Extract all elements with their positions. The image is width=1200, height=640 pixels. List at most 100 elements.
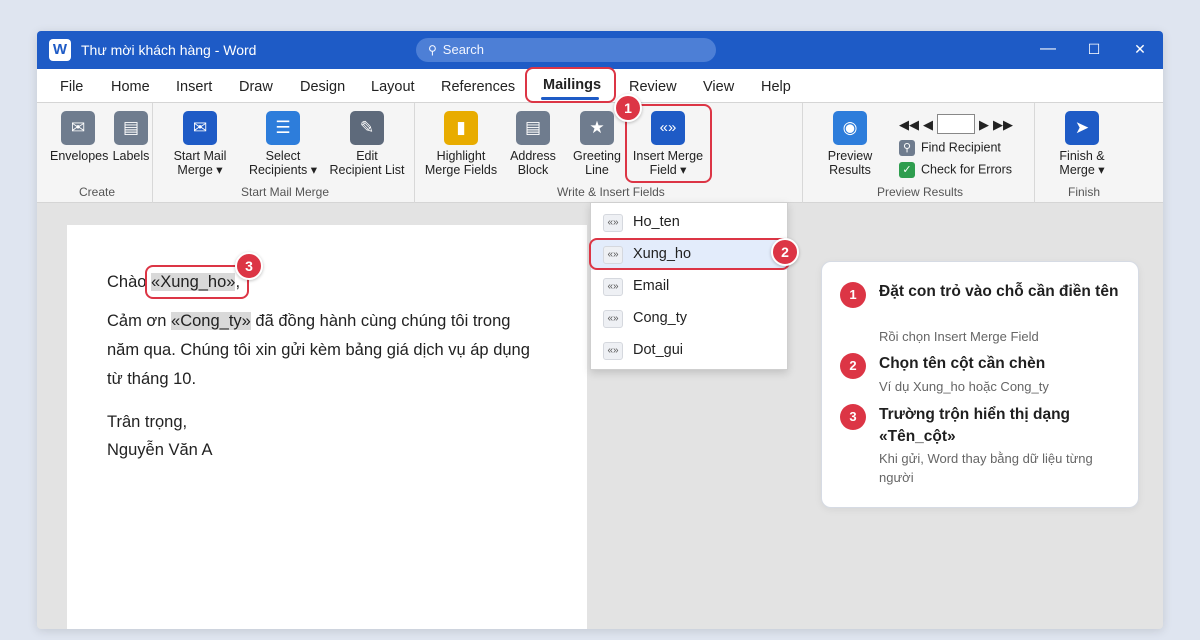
tab-layout[interactable]: Layout bbox=[371, 79, 415, 95]
body-rest: đã đồng hành cùng chúng tôi trong bbox=[250, 312, 511, 330]
group-preview-results-label: Preview Results bbox=[877, 185, 964, 199]
step-number-2: 2 bbox=[840, 353, 866, 379]
ribbon-separator bbox=[414, 103, 415, 203]
merge-field-cong-ty[interactable]: «Cong_ty» bbox=[171, 312, 251, 330]
tab-help[interactable]: Help bbox=[761, 79, 791, 95]
highlight-merge-fields-button[interactable]: ▮ Highlight Merge Fields bbox=[423, 111, 499, 177]
step-badge-3: 3 bbox=[235, 252, 263, 280]
greeting-line-button[interactable]: ★ Greeting Line bbox=[569, 111, 625, 177]
dropdown-item-email[interactable]: «» Email bbox=[591, 272, 787, 302]
body-line-3: từ tháng 10. bbox=[107, 370, 197, 388]
tab-insert[interactable]: Insert bbox=[176, 79, 212, 95]
body-prefix: Cảm ơn bbox=[107, 312, 172, 330]
ribbon: ✉ Envelopes ▤ Labels Create ✉ Start Mail… bbox=[37, 103, 1163, 203]
search-placeholder: Search bbox=[442, 42, 484, 57]
dropdown-item-cong-ty[interactable]: «» Cong_ty bbox=[591, 304, 787, 334]
finish-merge-label-2: Merge ▾ bbox=[1059, 163, 1105, 177]
merge-field-icon: «» bbox=[603, 342, 623, 360]
next-record-icon[interactable]: ▶ bbox=[979, 117, 989, 133]
last-record-icon[interactable]: ▶▶ bbox=[993, 117, 1013, 133]
record-number-input[interactable] bbox=[937, 114, 975, 134]
preview-results-label-2: Results bbox=[829, 163, 871, 177]
step-number-1: 1 bbox=[840, 282, 866, 308]
body-line-1: Cảm ơn «Cong_ty» đã đồng hành cùng chúng… bbox=[107, 312, 510, 331]
labels-label: Labels bbox=[112, 149, 150, 163]
check-for-errors-label: Check for Errors bbox=[921, 162, 1012, 177]
first-record-icon[interactable]: ◀◀ bbox=[899, 117, 919, 133]
group-create-label: Create bbox=[79, 185, 116, 199]
dropdown-item-label: Email bbox=[633, 278, 670, 294]
edit-list-icon: ✎ bbox=[350, 111, 384, 145]
group-start-mail-merge-label: Start Mail Merge bbox=[241, 185, 330, 199]
word-app-icon: W bbox=[49, 39, 71, 61]
ribbon-separator bbox=[802, 103, 803, 203]
instructions-panel: 1 Đặt con trỏ vào chỗ cần điền tên Rồi c… bbox=[821, 261, 1139, 508]
address-block-label-1: Address bbox=[510, 149, 556, 163]
select-recipients-label-1: Select bbox=[265, 149, 301, 163]
check-for-errors-button[interactable]: ✓ Check for Errors bbox=[899, 162, 1012, 178]
address-block-icon: ▤ bbox=[516, 111, 550, 145]
greeting-line-label-1: Greeting bbox=[573, 149, 621, 163]
tab-references[interactable]: References bbox=[441, 79, 515, 95]
mail-merge-icon: ✉ bbox=[183, 111, 217, 145]
merge-field-icon: «» bbox=[603, 310, 623, 328]
merge-field-icon: «» bbox=[603, 214, 623, 232]
search-icon: ⚲ bbox=[428, 43, 437, 57]
address-block-label-2: Block bbox=[517, 163, 549, 177]
closing-line: Trân trọng, bbox=[107, 413, 188, 431]
labels-icon: ▤ bbox=[114, 111, 148, 145]
ribbon-separator bbox=[152, 103, 153, 203]
step-sub-3: Khi gửi, Word thay bằng dữ liệu từng ngư… bbox=[879, 451, 1093, 485]
check-icon: ✓ bbox=[899, 162, 915, 178]
find-icon: ⚲ bbox=[899, 140, 915, 156]
dropdown-item-dot-gui[interactable]: «» Dot_gui bbox=[591, 336, 787, 366]
tab-file[interactable]: File bbox=[60, 79, 83, 95]
title-bar: W Thư mời khách hàng - Word ⚲ Search — ☐ … bbox=[37, 31, 1163, 69]
step-sub-1: Rồi chọn Insert Merge Field bbox=[879, 329, 1039, 344]
tab-home[interactable]: Home bbox=[111, 79, 150, 95]
minimize-button[interactable]: — bbox=[1036, 40, 1060, 58]
step-sub-2: Ví dụ Xung_ho hoặc Cong_ty bbox=[879, 379, 1049, 394]
tab-draw[interactable]: Draw bbox=[239, 79, 273, 95]
close-button[interactable]: ✕ bbox=[1128, 41, 1152, 58]
step-title-1: Đặt con trỏ vào chỗ cần điền tên bbox=[879, 283, 1119, 300]
window-title: Thư mời khách hàng - Word bbox=[81, 42, 257, 58]
edit-recipient-label-1: Edit bbox=[356, 149, 378, 163]
envelope-icon: ✉ bbox=[61, 111, 95, 145]
preview-results-button[interactable]: ◉ Preview Results bbox=[821, 111, 879, 177]
select-recipients-button[interactable]: ☰ Select Recipients ▾ bbox=[243, 111, 323, 177]
search-box[interactable]: ⚲ Search bbox=[416, 38, 716, 62]
start-mail-merge-button[interactable]: ✉ Start Mail Merge ▾ bbox=[165, 111, 235, 177]
step-badge-2: 2 bbox=[771, 238, 799, 266]
highlight-label-1: Highlight bbox=[436, 149, 486, 163]
find-recipient-label: Find Recipient bbox=[921, 140, 1001, 155]
step-badge-1: 1 bbox=[614, 94, 642, 122]
tab-design[interactable]: Design bbox=[300, 79, 345, 95]
dropdown-item-ho-ten[interactable]: «» Ho_ten bbox=[591, 208, 787, 238]
tab-view[interactable]: View bbox=[703, 79, 734, 95]
find-recipient-button[interactable]: ⚲ Find Recipient bbox=[899, 140, 1001, 156]
finish-merge-button[interactable]: ➤ Finish & Merge ▾ bbox=[1055, 111, 1109, 177]
group-finish-label: Finish bbox=[1068, 185, 1101, 199]
step-title-3: Trường trộn hiển thị dạng «Tên_cột» bbox=[879, 406, 1071, 445]
edit-recipient-list-button[interactable]: ✎ Edit Recipient List bbox=[325, 111, 409, 177]
dropdown-item-label: Cong_ty bbox=[633, 310, 688, 326]
merge-field-icon: «» bbox=[603, 278, 623, 296]
star-icon: ★ bbox=[580, 111, 614, 145]
tab-review[interactable]: Review bbox=[629, 79, 677, 95]
maximize-button[interactable]: ☐ bbox=[1082, 41, 1106, 58]
previous-record-icon[interactable]: ◀ bbox=[923, 117, 933, 133]
edit-recipient-label-2: Recipient List bbox=[329, 163, 405, 177]
address-block-button[interactable]: ▤ Address Block bbox=[505, 111, 561, 177]
signature-line: Nguyễn Văn A bbox=[107, 441, 213, 459]
envelopes-label: Envelopes bbox=[50, 149, 109, 163]
send-icon: ➤ bbox=[1065, 111, 1099, 145]
labels-button[interactable]: ▤ Labels bbox=[112, 111, 150, 163]
envelopes-button[interactable]: ✉ Envelopes bbox=[50, 111, 109, 163]
dropdown-item-label: Ho_ten bbox=[633, 214, 680, 230]
body-line-2: năm qua. Chúng tôi xin gửi kèm bảng giá … bbox=[107, 341, 530, 359]
dropdown-item-label: Dot_gui bbox=[633, 342, 683, 358]
group-write-insert-label: Write & Insert Fields bbox=[557, 185, 665, 199]
finish-merge-label-1: Finish & bbox=[1059, 149, 1105, 163]
step-number-3: 3 bbox=[840, 404, 866, 430]
